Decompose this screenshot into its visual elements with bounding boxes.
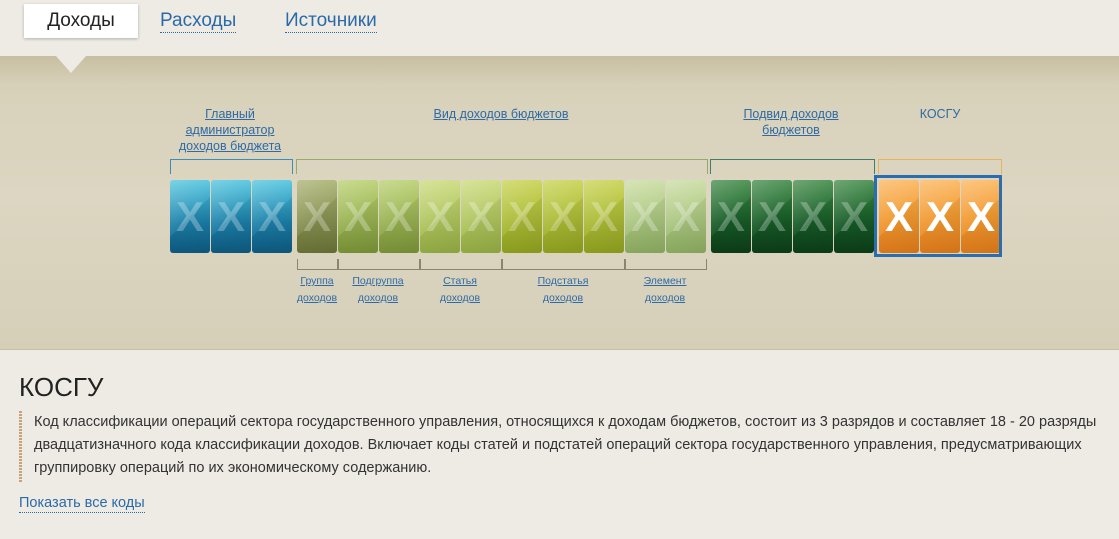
sub-label-subgroup[interactable]: Подгруппа доходов [346,273,410,307]
quote-bar [19,411,22,482]
digit-placeholder: X [548,192,577,240]
digit-placeholder: X [839,192,868,240]
subgroup-bracket [338,259,420,270]
digit-placeholder: X [425,192,454,240]
kind-digit[interactable]: X [338,180,378,253]
tab-income[interactable]: Доходы [24,4,138,38]
digit-placeholder: X [257,192,286,240]
kind-digit[interactable]: X [420,180,460,253]
sub-label-group[interactable]: Группа доходов [294,273,340,307]
group-label-kosgu[interactable]: КОСГУ [878,106,1002,122]
description-line: двадцатизначного кода классификации дохо… [34,437,1082,453]
group-label-kind[interactable]: Вид доходов бюджетов [296,106,706,122]
digit-placeholder: X [302,192,331,240]
sub-label-subarticle[interactable]: Подстатья доходов [527,273,599,307]
tab-bar: Доходы Расходы Источники [0,0,1119,56]
show-all-codes-link[interactable]: Показать все коды [19,494,145,513]
tab-sources[interactable]: Источники [285,10,377,33]
digit-placeholder: X [343,192,372,240]
subkind-digit[interactable]: X [711,180,751,253]
description-text: Код классификации операций сектора госуд… [34,411,1119,480]
subkind-bracket [710,159,875,174]
digit-placeholder: X [630,192,659,240]
kind-digit[interactable]: X [666,180,706,253]
kind-digit[interactable]: X [297,180,337,253]
digit-placeholder: X [798,192,827,240]
kind-digit[interactable]: X [502,180,542,253]
admin-digit[interactable]: X [170,180,210,253]
tab-expenses[interactable]: Расходы [160,10,237,33]
admin-digit[interactable]: X [211,180,251,253]
digit-placeholder: X [671,192,700,240]
group-label-subkind[interactable]: Подвид доходов бюджетов [731,106,851,138]
digit-placeholder: X [716,192,745,240]
kind-bracket [296,159,708,174]
subarticle-bracket [502,259,625,270]
digit-placeholder: X [757,192,786,240]
group-label-admin[interactable]: Главный администратор доходов бюджета [170,106,290,154]
group-bracket [297,259,338,270]
section-title: КОСГУ [19,372,104,402]
kind-digit[interactable]: X [379,180,419,253]
kind-digit[interactable]: X [461,180,501,253]
admin-bracket [170,159,293,174]
digit-placeholder: X [589,192,618,240]
kind-digit[interactable]: X [584,180,624,253]
subkind-digit[interactable]: X [752,180,792,253]
sub-label-element[interactable]: Элемент доходов [635,273,695,307]
kosgu-bracket [878,159,1002,174]
kosgu-selection-frame [874,175,1002,257]
digit-placeholder: X [216,192,245,240]
kind-digit[interactable]: X [625,180,665,253]
digit-placeholder: X [175,192,204,240]
digit-placeholder: X [384,192,413,240]
active-tab-pointer [56,56,86,73]
kind-digit[interactable]: X [543,180,583,253]
subkind-digit[interactable]: X [834,180,874,253]
digit-placeholder: X [507,192,536,240]
article-bracket [420,259,502,270]
sub-label-article[interactable]: Статья доходов [425,273,495,307]
description-line: группировку операций по их экономическом… [34,460,432,476]
digit-placeholder: X [466,192,495,240]
element-bracket [625,259,707,270]
admin-digit[interactable]: X [252,180,292,253]
description-line: Код классификации операций сектора госуд… [34,414,1097,430]
subkind-digit[interactable]: X [793,180,833,253]
